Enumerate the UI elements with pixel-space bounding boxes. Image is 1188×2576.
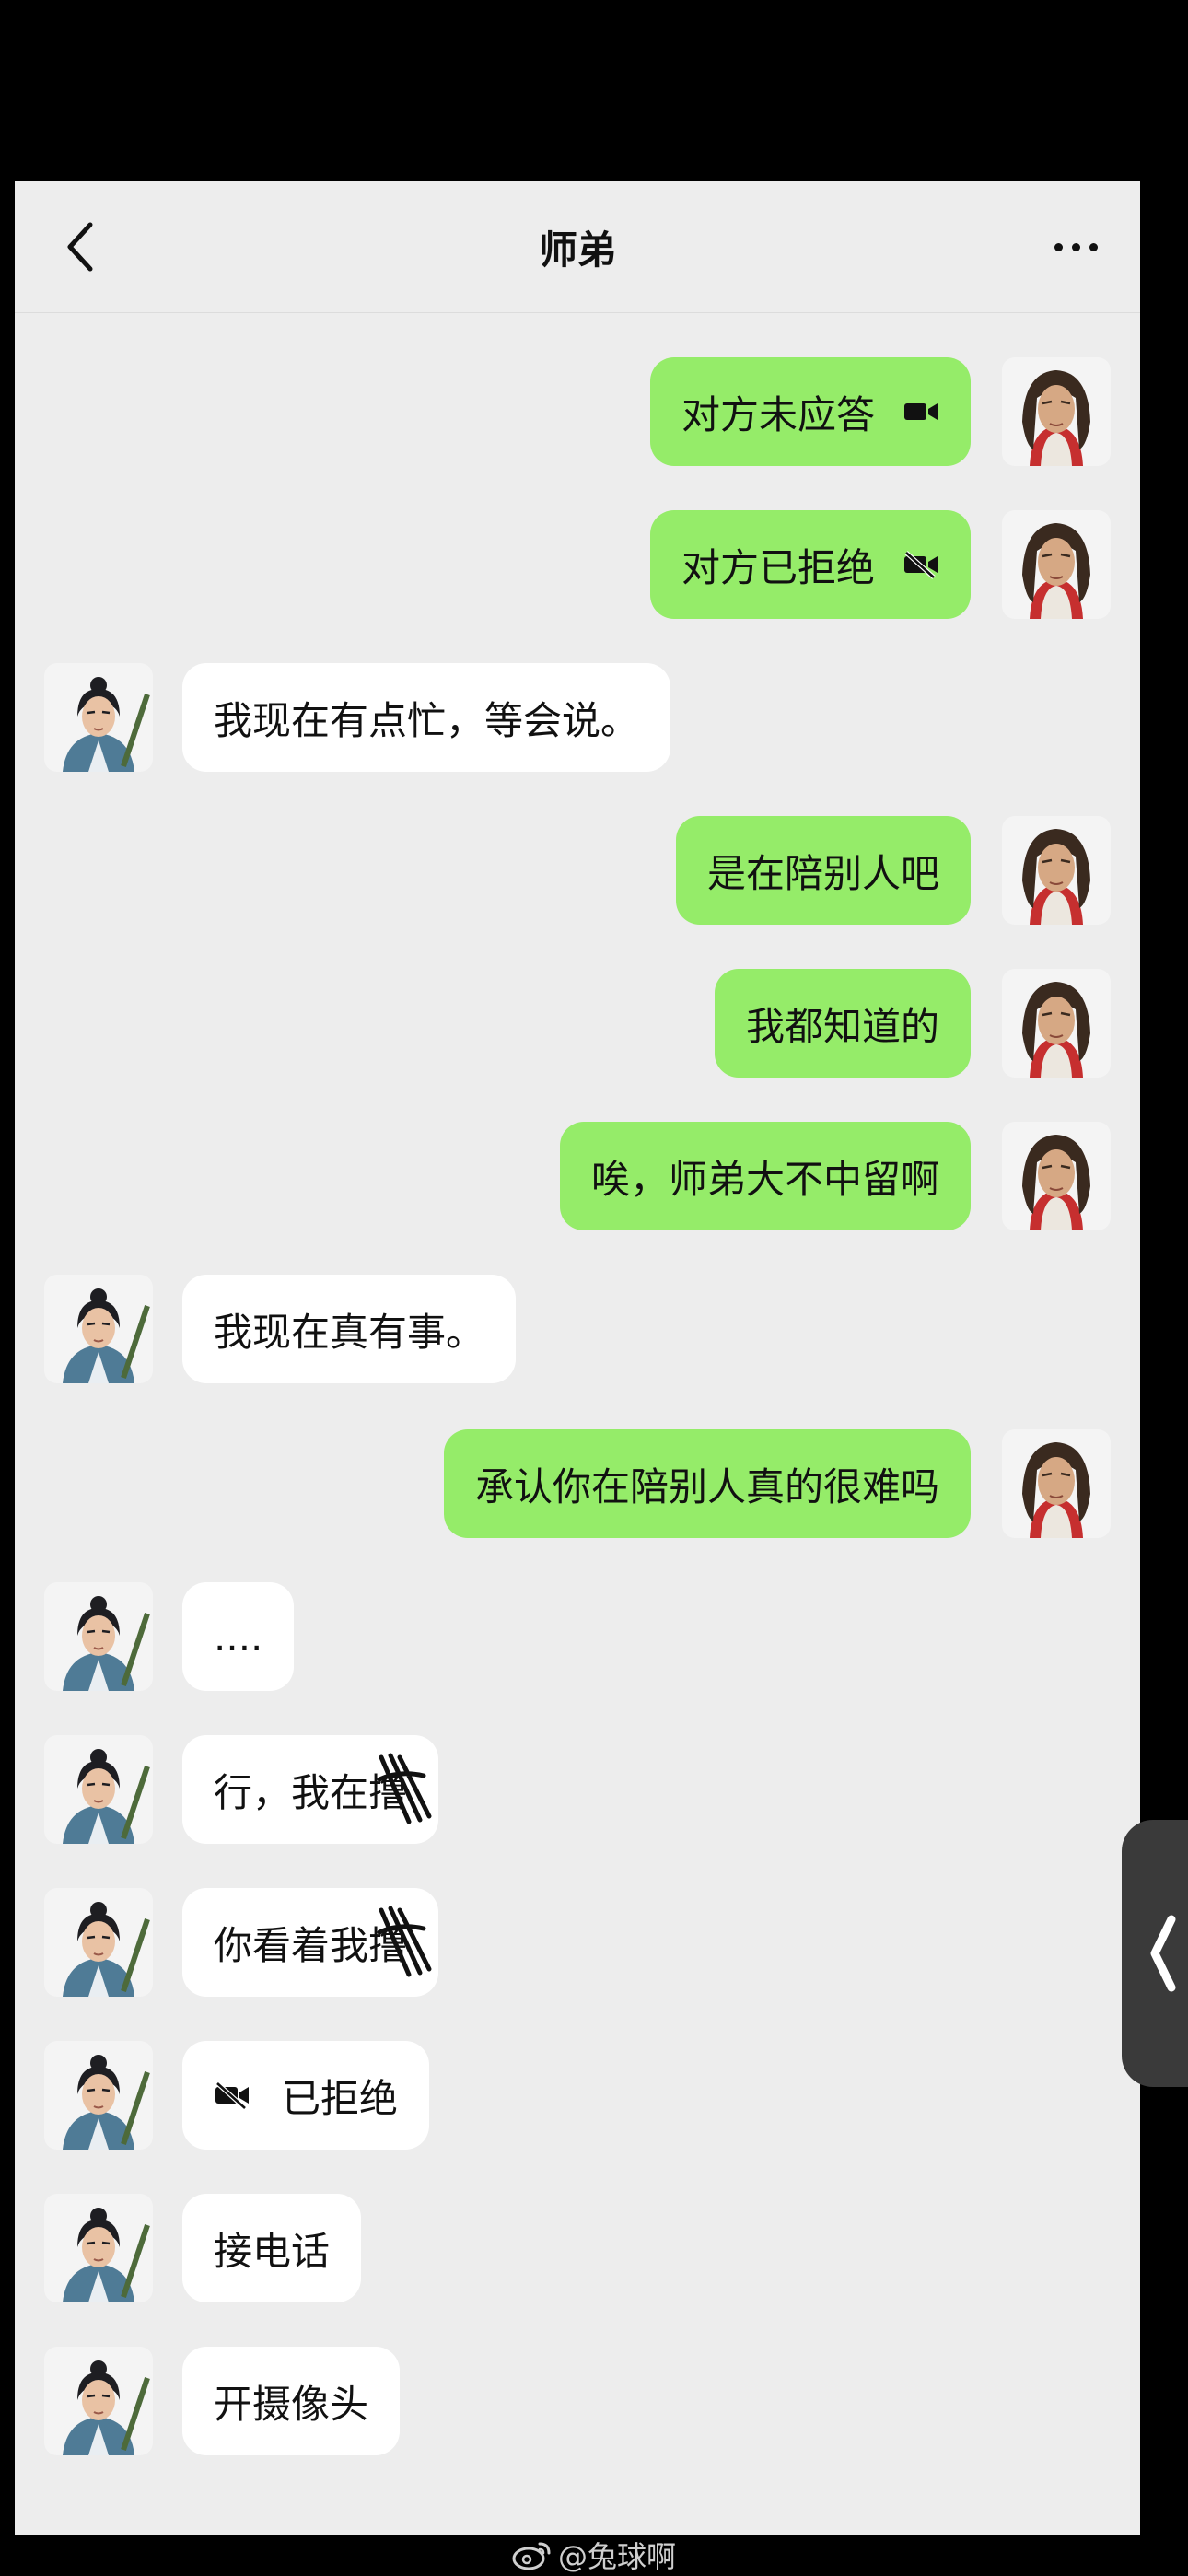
watermark-text: @兔球啊 bbox=[557, 2539, 676, 2574]
received-message: 你看着我撸 bbox=[15, 1888, 1140, 1997]
message-text: 对方未应答 bbox=[681, 391, 875, 437]
scribble-mark bbox=[377, 1753, 432, 1824]
received-message: 行，我在撸 bbox=[15, 1735, 1140, 1844]
received-message: 接电话 bbox=[15, 2194, 1140, 2302]
contact-avatar[interactable] bbox=[44, 1275, 153, 1383]
my-avatar[interactable] bbox=[1002, 969, 1111, 1078]
more-button[interactable] bbox=[1039, 214, 1112, 280]
received-message: 我现在有点忙，等会说。 bbox=[15, 663, 1140, 772]
message-bubble[interactable]: 行，我在撸 bbox=[182, 1735, 439, 1844]
message-bubble[interactable]: 我现在有点忙，等会说。 bbox=[182, 663, 671, 772]
watermark: @兔球啊 bbox=[0, 2535, 1188, 2575]
sent-message: 对方已拒绝 bbox=[15, 510, 1140, 619]
message-text: 开摄像头 bbox=[214, 2381, 369, 2427]
contact-avatar[interactable] bbox=[44, 2041, 153, 2150]
message-bubble[interactable]: 是在陪别人吧 bbox=[675, 816, 971, 925]
message-bubble[interactable]: 对方已拒绝 bbox=[649, 510, 971, 619]
call-status-icon bbox=[214, 2081, 250, 2110]
message-bubble[interactable]: 对方未应答 bbox=[649, 357, 971, 466]
contact-avatar[interactable] bbox=[44, 1888, 153, 1997]
side-drawer-handle[interactable] bbox=[1122, 1820, 1188, 2087]
my-avatar[interactable] bbox=[1002, 1122, 1111, 1230]
message-bubble[interactable]: .... bbox=[182, 1582, 295, 1691]
message-text: 对方已拒绝 bbox=[681, 544, 875, 590]
message-text: 已拒绝 bbox=[282, 2075, 399, 2121]
message-bubble[interactable]: 我现在真有事。 bbox=[182, 1275, 517, 1383]
message-bubble[interactable]: 已拒绝 bbox=[182, 2041, 430, 2150]
sent-message: 我都知道的 bbox=[15, 969, 1140, 1078]
weibo-icon bbox=[512, 2542, 551, 2570]
contact-avatar[interactable] bbox=[44, 663, 153, 772]
video-camera-icon bbox=[904, 403, 938, 420]
video-camera-off-icon bbox=[215, 2081, 249, 2110]
contact-avatar[interactable] bbox=[44, 1582, 153, 1691]
my-avatar[interactable] bbox=[1002, 357, 1111, 466]
more-dots-icon bbox=[1054, 242, 1063, 251]
message-text: .... bbox=[214, 1614, 263, 1660]
my-avatar[interactable] bbox=[1002, 1429, 1111, 1538]
video-camera-off-icon bbox=[904, 551, 938, 579]
message-text: 承认你在陪别人真的很难吗 bbox=[474, 1463, 939, 1509]
scribble-mark bbox=[377, 1906, 432, 1977]
received-message: .... bbox=[15, 1582, 1140, 1691]
chevron-left-icon bbox=[1150, 1915, 1176, 1992]
my-avatar[interactable] bbox=[1002, 510, 1111, 619]
message-text: 接电话 bbox=[214, 2228, 331, 2274]
message-bubble[interactable]: 开摄像头 bbox=[182, 2347, 401, 2455]
chat-header: 师弟 bbox=[15, 181, 1140, 313]
call-status-icon bbox=[903, 550, 939, 579]
message-text: 我现在有点忙，等会说。 bbox=[214, 697, 640, 743]
message-text: 唉，师弟大不中留啊 bbox=[590, 1156, 939, 1202]
sent-message: 承认你在陪别人真的很难吗 bbox=[15, 1429, 1140, 1538]
message-bubble[interactable]: 接电话 bbox=[182, 2194, 362, 2302]
contact-avatar[interactable] bbox=[44, 2194, 153, 2302]
chat-screen: 师弟 对方未应答对方已拒绝我现在有点忙，等会说。是在陪别人吧我都知道的唉，师弟大… bbox=[15, 181, 1140, 2535]
chat-title: 师弟 bbox=[538, 227, 616, 273]
sent-message: 是在陪别人吧 bbox=[15, 816, 1140, 925]
my-avatar[interactable] bbox=[1002, 816, 1111, 925]
message-text: 我都知道的 bbox=[745, 1003, 939, 1049]
message-text: 我现在真有事。 bbox=[214, 1309, 485, 1355]
message-bubble[interactable]: 承认你在陪别人真的很难吗 bbox=[443, 1429, 971, 1538]
message-bubble[interactable]: 你看着我撸 bbox=[182, 1888, 439, 1997]
received-message: 开摄像头 bbox=[15, 2347, 1140, 2455]
contact-avatar[interactable] bbox=[44, 2347, 153, 2455]
message-bubble[interactable]: 我都知道的 bbox=[714, 969, 971, 1078]
received-message: 已拒绝 bbox=[15, 2041, 1140, 2150]
sent-message: 对方未应答 bbox=[15, 357, 1140, 466]
received-message: 我现在真有事。 bbox=[15, 1275, 1140, 1383]
message-text: 是在陪别人吧 bbox=[706, 850, 939, 896]
call-status-icon bbox=[903, 397, 939, 426]
sent-message: 唉，师弟大不中留啊 bbox=[15, 1122, 1140, 1230]
contact-avatar[interactable] bbox=[44, 1735, 153, 1844]
message-bubble[interactable]: 唉，师弟大不中留啊 bbox=[559, 1122, 971, 1230]
